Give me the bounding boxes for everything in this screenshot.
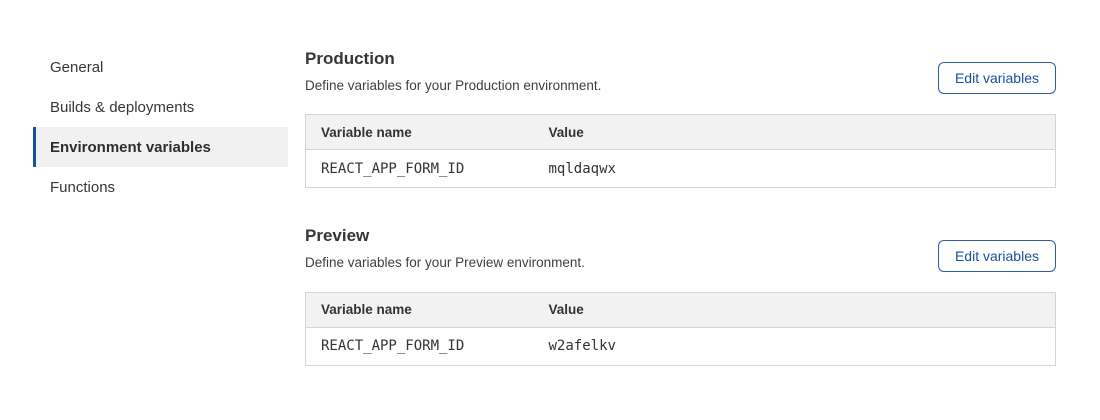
settings-sidebar: General Builds & deployments Environment… xyxy=(33,47,288,366)
production-section-heading-block: Production Define variables for your Pro… xyxy=(305,50,601,94)
production-variables-table: Variable name Value REACT_APP_FORM_ID mq… xyxy=(305,114,1056,188)
production-edit-variables-button[interactable]: Edit variables xyxy=(938,62,1056,94)
production-section-title: Production xyxy=(305,50,601,68)
sidebar-item-label: Builds & deployments xyxy=(50,99,194,116)
environment-variables-content: Production Define variables for your Pro… xyxy=(305,47,1056,366)
sidebar-item-general[interactable]: General xyxy=(33,47,288,87)
production-section-description: Define variables for your Production env… xyxy=(305,77,601,95)
sidebar-item-functions[interactable]: Functions xyxy=(33,167,288,207)
variable-value-cell: w2afelkv xyxy=(534,327,1056,365)
preview-section-description: Define variables for your Preview enviro… xyxy=(305,254,585,272)
value-column-header: Value xyxy=(534,115,1056,150)
preview-section-title: Preview xyxy=(305,227,585,245)
preview-edit-variables-button[interactable]: Edit variables xyxy=(938,240,1056,272)
sidebar-item-label: Environment variables xyxy=(50,139,211,156)
preview-section: Preview Define variables for your Previe… xyxy=(305,227,1056,365)
table-header-row: Variable name Value xyxy=(306,292,1056,327)
sidebar-item-builds-deployments[interactable]: Builds & deployments xyxy=(33,87,288,127)
variable-name-column-header: Variable name xyxy=(306,115,534,150)
preview-variables-table: Variable name Value REACT_APP_FORM_ID w2… xyxy=(305,292,1056,366)
production-section: Production Define variables for your Pro… xyxy=(305,50,1056,188)
value-column-header: Value xyxy=(534,292,1056,327)
production-section-header: Production Define variables for your Pro… xyxy=(305,50,1056,94)
sidebar-item-label: Functions xyxy=(50,179,115,196)
sidebar-item-label: General xyxy=(50,59,103,76)
variable-name-cell: REACT_APP_FORM_ID xyxy=(306,150,534,188)
preview-section-heading-block: Preview Define variables for your Previe… xyxy=(305,227,585,271)
table-row: REACT_APP_FORM_ID w2afelkv xyxy=(306,327,1056,365)
preview-section-header: Preview Define variables for your Previe… xyxy=(305,227,1056,271)
variable-value-cell: mqldaqwx xyxy=(534,150,1056,188)
variable-name-cell: REACT_APP_FORM_ID xyxy=(306,327,534,365)
sidebar-item-environment-variables[interactable]: Environment variables xyxy=(33,127,288,167)
table-header-row: Variable name Value xyxy=(306,115,1056,150)
variable-name-column-header: Variable name xyxy=(306,292,534,327)
table-row: REACT_APP_FORM_ID mqldaqwx xyxy=(306,150,1056,188)
settings-page: General Builds & deployments Environment… xyxy=(0,0,1100,366)
